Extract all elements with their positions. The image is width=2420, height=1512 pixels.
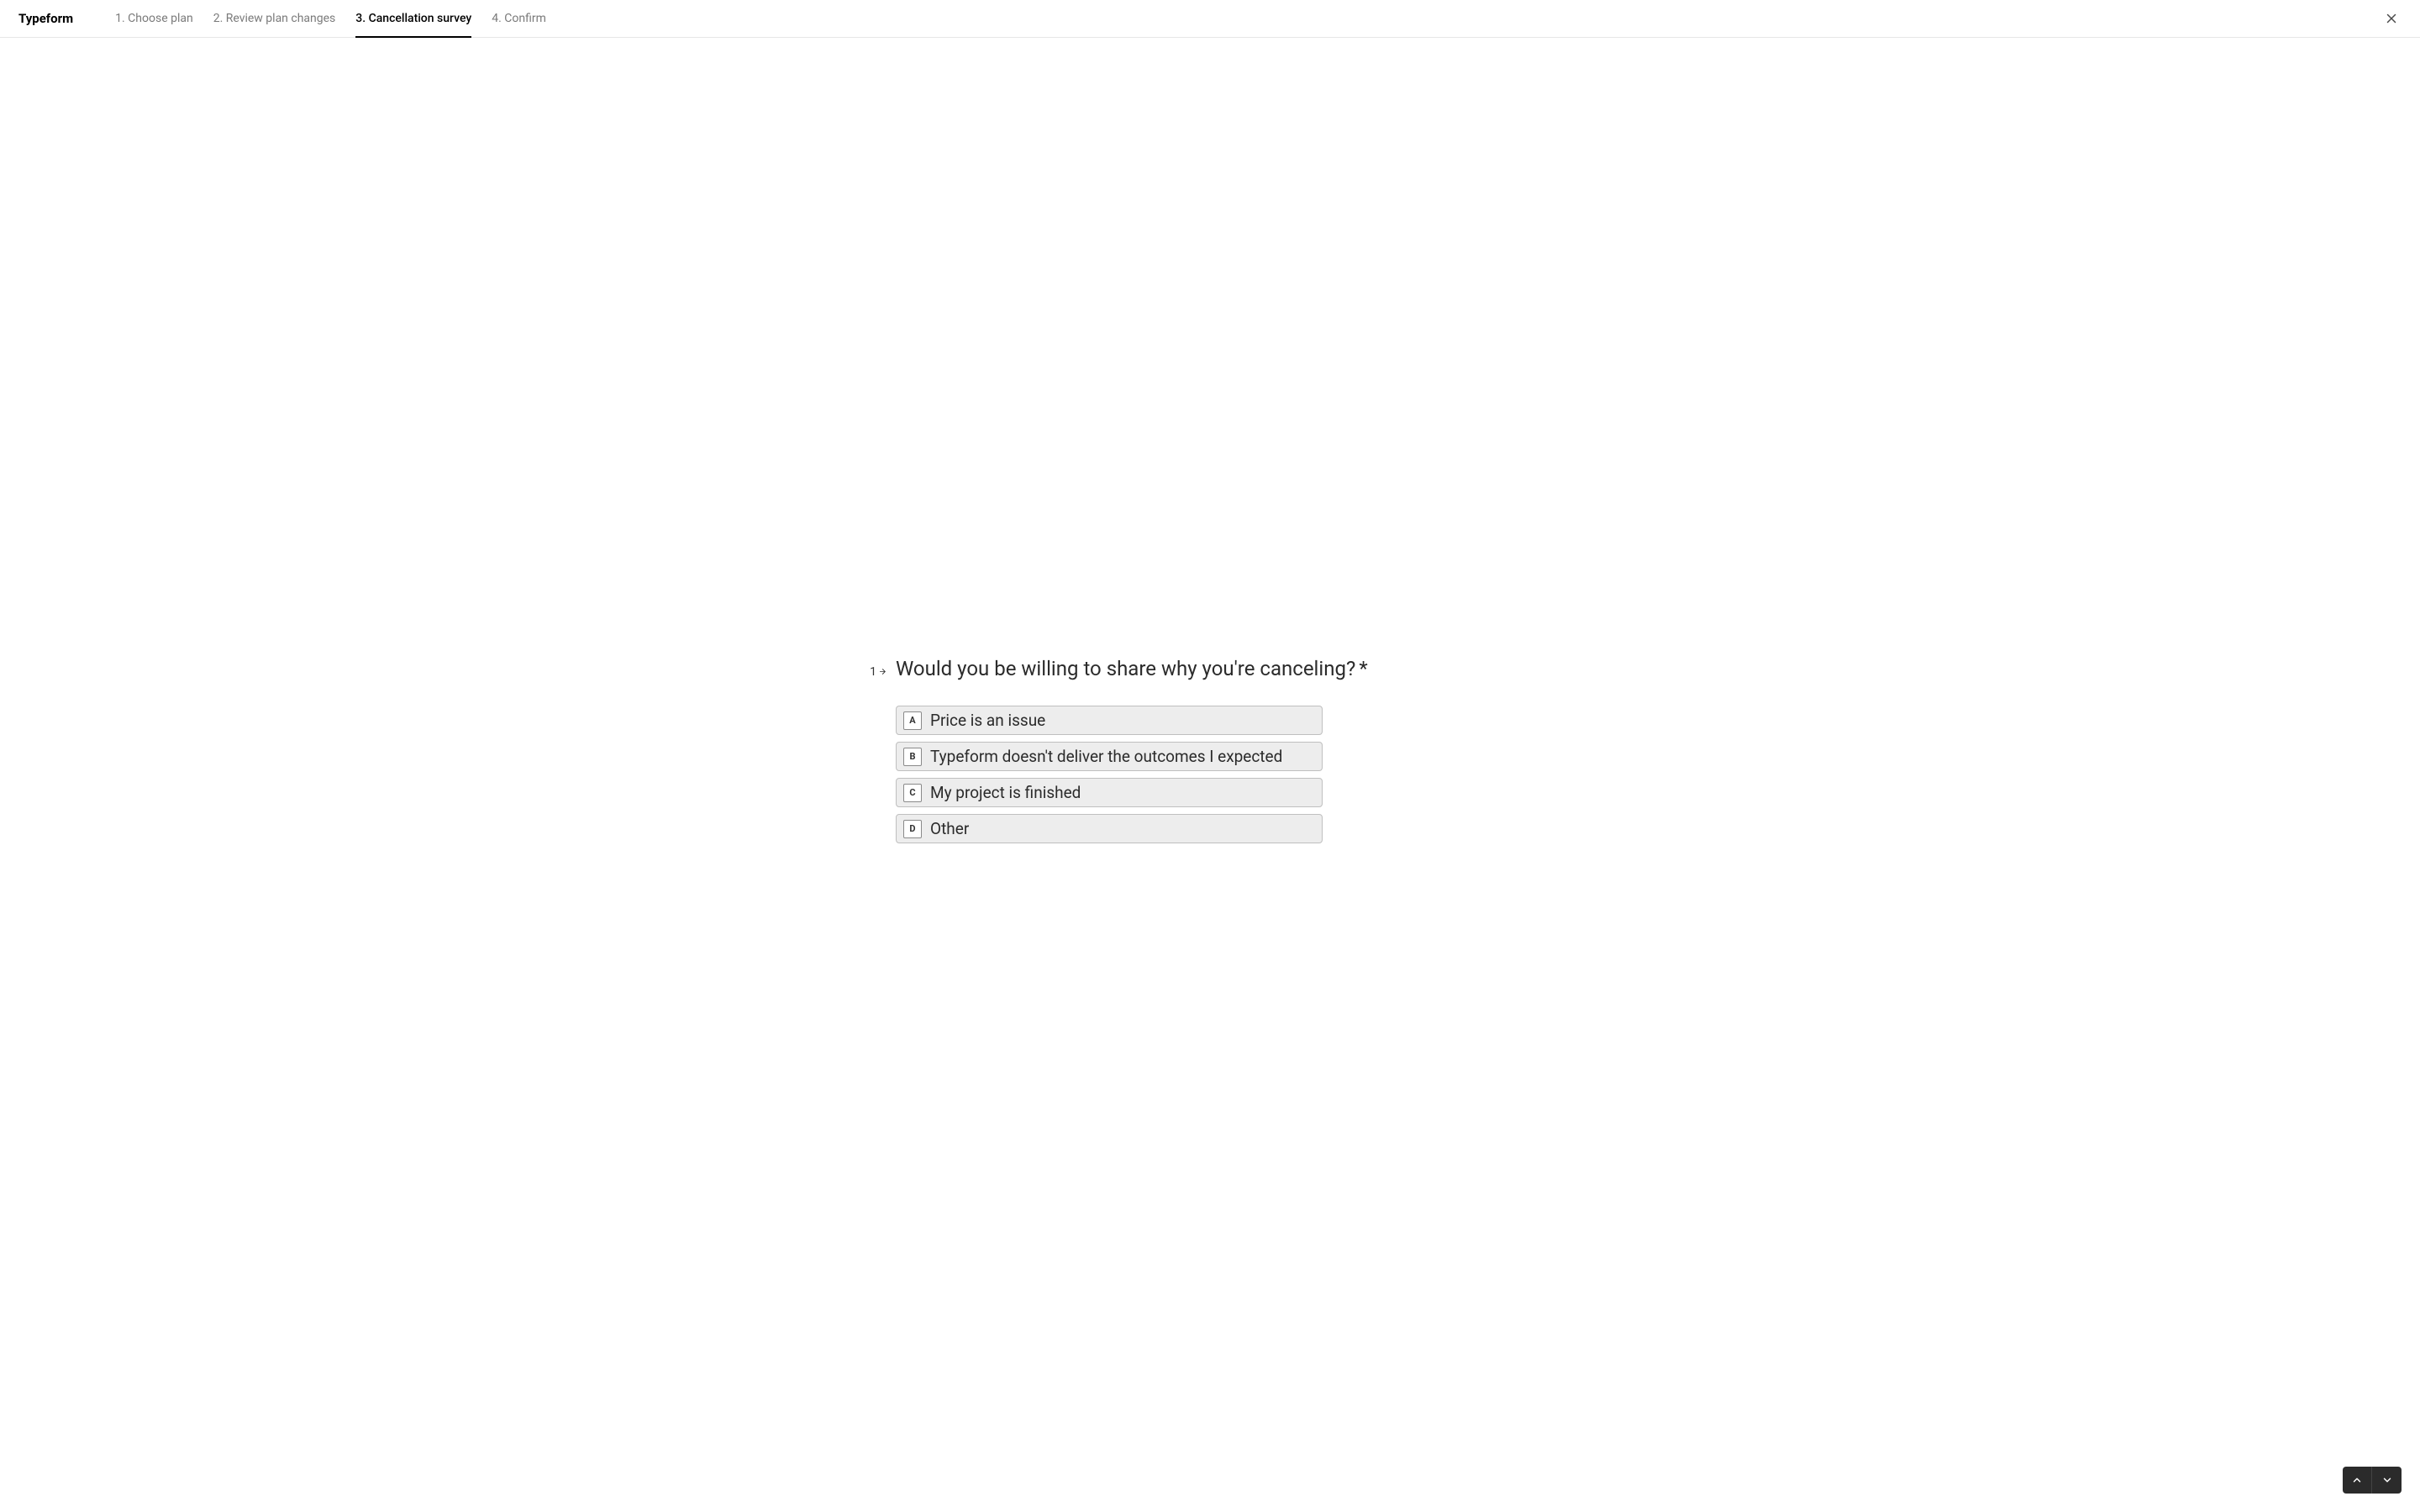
option-a[interactable]: A Price is an issue (896, 706, 1323, 735)
step-cancellation-survey[interactable]: 3. Cancellation survey (355, 0, 471, 37)
question-text-value: Would you be willing to share why you're… (896, 657, 1355, 680)
previous-question-button[interactable] (2343, 1467, 2372, 1494)
step-confirm[interactable]: 4. Confirm (492, 0, 546, 37)
option-key-badge: D (903, 820, 922, 838)
main-content: 1 Would you be willing to share why you'… (0, 38, 2420, 1512)
chevron-down-icon (2381, 1474, 2393, 1486)
step-review-plan-changes[interactable]: 2. Review plan changes (213, 0, 336, 37)
chevron-up-icon (2351, 1474, 2363, 1486)
close-button[interactable] (2381, 8, 2402, 29)
question-number: 1 (865, 665, 887, 679)
question-header: 1 Would you be willing to share why you'… (865, 656, 1555, 682)
question-text: Would you be willing to share why you're… (896, 656, 1368, 682)
option-label: Price is an issue (930, 711, 1045, 730)
step-navigation: 1. Choose plan 2. Review plan changes 3.… (115, 0, 546, 37)
option-b[interactable]: B Typeform doesn't deliver the outcomes … (896, 742, 1323, 771)
option-label: Other (930, 819, 969, 838)
arrow-right-icon (878, 667, 887, 676)
next-question-button[interactable] (2372, 1467, 2402, 1494)
options-list: A Price is an issue B Typeform doesn't d… (896, 706, 1323, 843)
required-indicator: * (1359, 657, 1367, 680)
navigation-controls (2343, 1467, 2402, 1494)
question-number-value: 1 (870, 665, 876, 679)
option-key-badge: A (903, 711, 922, 730)
option-label: My project is finished (930, 783, 1081, 802)
option-label: Typeform doesn't deliver the outcomes I … (930, 747, 1282, 766)
option-key-badge: B (903, 748, 922, 766)
header: Typeform 1. Choose plan 2. Review plan c… (0, 0, 2420, 38)
option-key-badge: C (903, 784, 922, 802)
brand-logo: Typeform (18, 11, 73, 26)
close-icon (2384, 11, 2399, 26)
question-container: 1 Would you be willing to share why you'… (832, 656, 1588, 843)
option-d[interactable]: D Other (896, 814, 1323, 843)
step-choose-plan[interactable]: 1. Choose plan (115, 0, 193, 37)
option-c[interactable]: C My project is finished (896, 778, 1323, 807)
